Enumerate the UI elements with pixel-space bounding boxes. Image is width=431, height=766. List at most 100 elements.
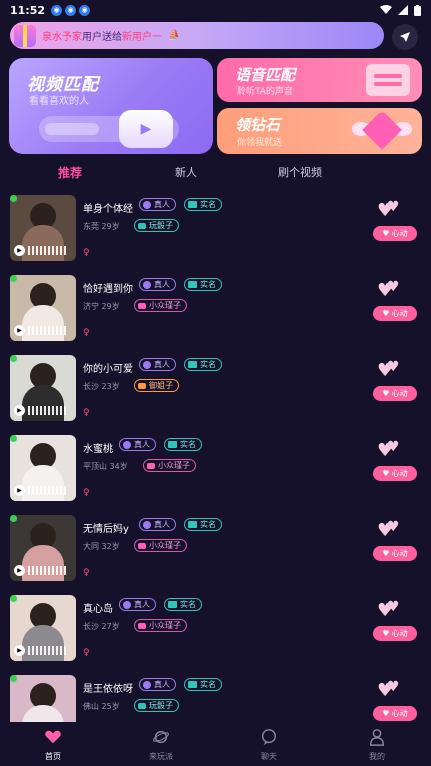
gender-icon: ♀ — [83, 248, 90, 258]
real-name-badge: 实名 — [184, 678, 222, 691]
user-age: 29岁 — [101, 302, 120, 311]
user-meta: 平顶山 34岁 — [83, 461, 128, 472]
nav-chat[interactable]: 聊天 — [239, 728, 299, 762]
location-button[interactable] — [392, 24, 418, 50]
voice-intro[interactable]: ▶ — [14, 484, 66, 496]
user-name: 单身个体经 — [83, 204, 133, 215]
real-person-badge: 真人 — [139, 278, 176, 291]
like-button[interactable]: ♥ 心动 — [373, 386, 417, 401]
tab-videos[interactable]: 刷个视频 — [278, 164, 322, 180]
voice-intro[interactable]: ▶ — [14, 244, 66, 256]
play-icon[interactable]: ▶ — [14, 324, 25, 336]
like-button[interactable]: ♥ 心动 — [373, 626, 417, 641]
tab-new[interactable]: 新人 — [175, 164, 197, 180]
bottom-nav: 首页 来玩派 聊天 我的 — [0, 722, 431, 766]
voice-match-card[interactable]: 语音匹配 聆听TA的声音 — [217, 58, 422, 102]
navigation-arrow-icon — [400, 32, 410, 42]
play-icon[interactable]: ▶ — [14, 484, 25, 496]
interest-tag: 玩骰子 — [134, 699, 179, 712]
play-icon[interactable]: ▶ — [14, 244, 25, 256]
diamond-title: 领钻石 — [235, 116, 281, 134]
signal-icon — [398, 5, 408, 15]
battery-icon — [414, 4, 421, 16]
voice-intro[interactable]: ▶ — [14, 324, 66, 336]
gift-notice-banner[interactable]: 泉水予家 用户送给 新用户一 ⛵ — [10, 22, 384, 49]
nav-me[interactable]: 我的 — [347, 728, 407, 762]
online-indicator — [10, 355, 17, 362]
user-name: 恰好遇到你 — [83, 284, 133, 295]
nav-play[interactable]: 来玩派 — [131, 728, 191, 762]
soundwave-icon — [28, 245, 66, 255]
hearts-icon: ♥ ♥ — [377, 599, 400, 621]
user-age: 32岁 — [101, 542, 120, 551]
play-icon[interactable]: ▶ — [14, 404, 25, 416]
user-meta: 济宁 29岁 — [83, 301, 120, 312]
tab-bar: 推荐 新人 刷个视频 — [0, 160, 431, 184]
video-match-card[interactable]: 视频匹配 看看喜欢的人 ▶ — [9, 58, 213, 154]
play-icon[interactable]: ▶ — [14, 644, 25, 656]
notification-icon: ◉ — [79, 4, 91, 16]
user-city: 平顶山 — [83, 462, 107, 471]
interest-tag: 御姐子 — [134, 379, 179, 392]
video-match-subtitle: 看看喜欢的人 — [29, 96, 89, 107]
soundwave-icon — [28, 565, 66, 575]
id-card-icon — [188, 681, 197, 688]
user-row[interactable]: ▶ 恰好遇到你 真人 实名 济宁 29岁 小众瑾子 ♀ ♥ ♥ ♥ 心动 — [0, 272, 431, 344]
avatar[interactable]: ▶ — [10, 195, 76, 261]
online-indicator — [10, 435, 17, 442]
notice-text: 用户送给 — [82, 32, 122, 43]
user-row[interactable]: ▶ 真心岛 真人 实名 长沙 27岁 小众瑾子 ♀ ♥ ♥ ♥ 心动 — [0, 592, 431, 664]
real-person-badge: 真人 — [119, 438, 156, 451]
tab-recommend[interactable]: 推荐 — [58, 164, 82, 181]
user-row[interactable]: ▶ 单身个体经 真人 实名 东莞 29岁 玩骰子 ♀ ♥ ♥ ♥ 心动 — [0, 192, 431, 264]
avatar[interactable]: ▶ — [10, 355, 76, 421]
like-button[interactable]: ♥ 心动 — [373, 706, 417, 721]
like-button[interactable]: ♥ 心动 — [373, 226, 417, 241]
soundwave-icon — [28, 405, 66, 415]
notice-receiver: 新用户一 — [122, 32, 162, 43]
online-indicator — [10, 195, 17, 202]
voice-intro[interactable]: ▶ — [14, 404, 66, 416]
user-row[interactable]: ▶ 水蜜桃 真人 实名 平顶山 34岁 小众瑾子 ♀ ♥ ♥ ♥ 心动 — [0, 432, 431, 504]
voice-intro[interactable]: ▶ — [14, 564, 66, 576]
gender-icon: ♀ — [83, 408, 90, 418]
avatar[interactable]: ▶ — [10, 435, 76, 501]
gender-icon: ♀ — [83, 328, 90, 338]
diamond-card[interactable]: 领钻石 你领我就送 — [217, 108, 422, 154]
user-age: 34岁 — [109, 462, 128, 471]
real-name-badge: 实名 — [184, 518, 222, 531]
nav-home-label: 首页 — [45, 752, 61, 761]
like-button[interactable]: ♥ 心动 — [373, 546, 417, 561]
heart-icon: ♥ — [382, 469, 390, 478]
winged-heart-icon — [352, 110, 412, 150]
avatar[interactable]: ▶ — [10, 275, 76, 341]
user-meta: 长沙 27岁 — [83, 621, 120, 632]
real-name-badge: 实名 — [184, 278, 222, 291]
real-person-badge: 真人 — [139, 198, 176, 211]
nav-home[interactable]: 首页 — [23, 728, 83, 762]
verified-icon — [123, 440, 131, 449]
real-name-badge: 实名 — [164, 598, 202, 611]
real-name-badge: 实名 — [184, 198, 222, 211]
like-button[interactable]: ♥ 心动 — [373, 306, 417, 321]
user-age: 25岁 — [101, 702, 120, 711]
nav-me-label: 我的 — [369, 752, 385, 761]
user-row[interactable]: ▶ 无情后妈y 真人 实名 大同 32岁 小众瑾子 ♀ ♥ ♥ ♥ 心动 — [0, 512, 431, 584]
user-row[interactable]: ▶ 你的小可爱 真人 实名 长沙 23岁 御姐子 ♀ ♥ ♥ ♥ 心动 — [0, 352, 431, 424]
tag-icon — [147, 462, 155, 469]
interest-tag: 小众瑾子 — [143, 459, 196, 472]
tag-icon — [138, 702, 146, 709]
hearts-icon: ♥ ♥ — [377, 679, 400, 701]
voice-intro[interactable]: ▶ — [14, 644, 66, 656]
verified-icon — [143, 200, 151, 209]
id-card-icon — [168, 441, 177, 448]
soundwave-icon — [28, 325, 66, 335]
avatar[interactable]: ▶ — [10, 515, 76, 581]
avatar[interactable]: ▶ — [10, 595, 76, 661]
heart-icon — [45, 730, 61, 744]
like-button[interactable]: ♥ 心动 — [373, 466, 417, 481]
phone-icon — [366, 64, 410, 96]
tag-icon — [138, 542, 146, 549]
play-icon[interactable]: ▶ — [14, 564, 25, 576]
user-name: 是王依依呀 — [83, 684, 133, 695]
